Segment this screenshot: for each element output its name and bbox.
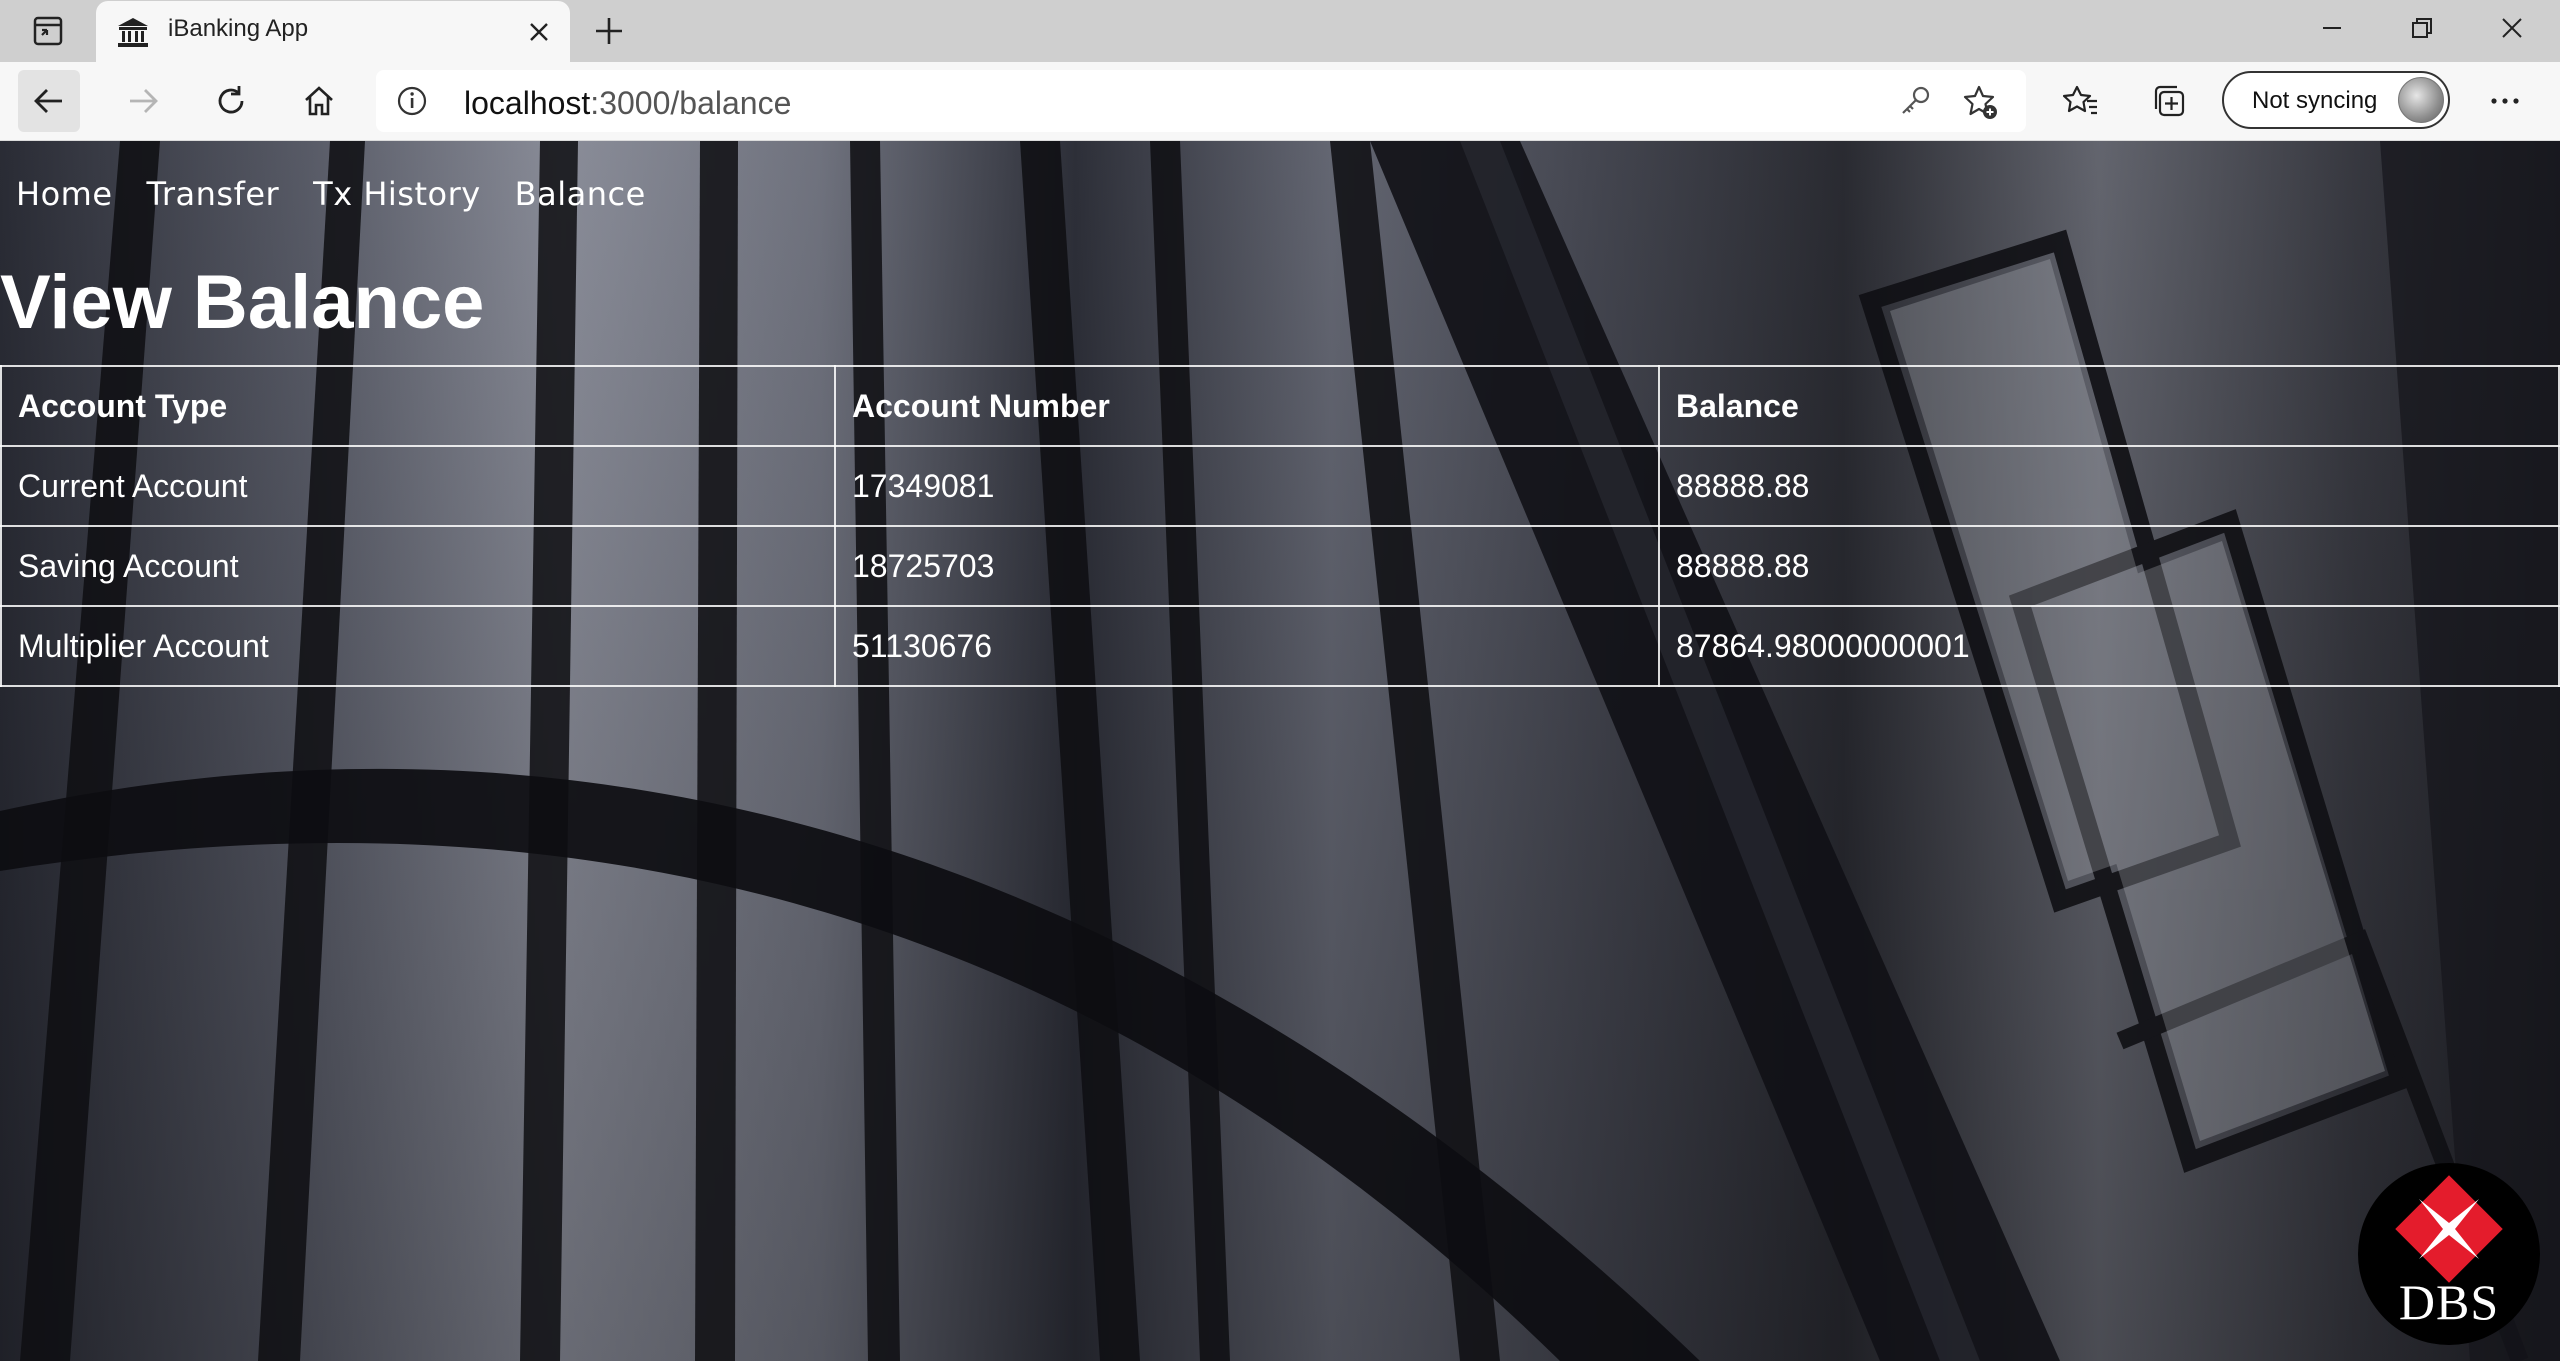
more-horizontal-icon [2491,98,2519,104]
favorites-icon [2063,85,2097,115]
restore-icon [2412,18,2432,38]
bank-icon [118,18,148,47]
column-header-account-number: Account Number [834,365,1660,447]
account-number-cell: 17349081 [834,445,1660,527]
address-bar[interactable]: localhost:3000/balance [376,70,2026,132]
dbs-logo-text: DBS [2398,1274,2500,1330]
page-content: Home Transfer Tx History Balance View Ba… [0,141,2560,1361]
back-button[interactable] [18,70,80,132]
arrow-right-icon [130,89,158,113]
account-type-cell: Current Account [0,445,836,527]
window-close-button[interactable] [2466,0,2558,56]
balance-cell: 87864.98000000001 [1658,605,2560,687]
tab-title: iBanking App [168,15,309,42]
close-icon [2502,18,2522,38]
home-button[interactable] [288,70,350,132]
new-tab-button[interactable] [584,8,634,54]
nav-tx-history[interactable]: Tx History [313,175,481,213]
balance-cell: 88888.88 [1658,445,2560,527]
column-header-account-type: Account Type [0,365,836,447]
sync-status-label: Not syncing [2252,87,2378,114]
settings-more-button[interactable] [2474,70,2536,132]
tab-actions-button[interactable] [18,12,78,50]
balance-table: Account Type Account Number Balance Curr… [0,365,2560,687]
collections-icon [2154,85,2185,117]
tab-close-button[interactable] [516,9,562,55]
address-path: :3000/balance [590,85,792,121]
account-number-cell: 51130676 [834,605,1660,687]
account-type-cell: Multiplier Account [0,605,836,687]
nav-balance[interactable]: Balance [515,175,646,213]
main-nav: Home Transfer Tx History Balance [16,175,646,213]
table-header-row: Account Type Account Number Balance [0,365,2560,447]
collections-button[interactable] [2138,70,2200,132]
info-icon[interactable] [396,85,428,117]
address-text: localhost:3000/balance [464,85,791,122]
home-icon [305,86,333,116]
avatar [2398,77,2444,123]
balance-cell: 88888.88 [1658,525,2560,607]
favorites-button[interactable] [2050,70,2112,132]
address-host: localhost [464,85,591,121]
browser-toolbar: localhost:3000/balance Not syncing [0,62,2560,141]
account-number-cell: 18725703 [834,525,1660,607]
table-row: Current Account 17349081 88888.88 [0,445,2560,527]
active-tab[interactable]: iBanking App [96,1,570,62]
account-type-cell: Saving Account [0,525,836,607]
dbs-logo: DBS [2358,1163,2540,1345]
forward-button[interactable] [112,70,174,132]
nav-home[interactable]: Home [16,175,113,213]
add-favorite-icon[interactable] [1962,84,2000,122]
table-row: Multiplier Account 51130676 87864.980000… [0,605,2560,687]
refresh-icon [218,86,244,114]
plus-icon [596,18,622,44]
minimize-icon [2323,27,2341,29]
close-icon [530,23,548,41]
profile-sync-button[interactable]: Not syncing [2222,71,2450,129]
browser-tab-bar: iBanking App [0,0,2560,62]
restore-button[interactable] [2376,0,2468,56]
arrow-left-icon [34,89,62,113]
reload-button[interactable] [200,70,262,132]
minimize-button[interactable] [2286,0,2378,56]
key-icon[interactable] [1898,84,1932,118]
page-title: View Balance [0,260,485,345]
column-header-balance: Balance [1658,365,2560,447]
nav-transfer[interactable]: Transfer [147,175,280,213]
tab-actions-icon [33,16,63,46]
table-row: Saving Account 18725703 88888.88 [0,525,2560,607]
